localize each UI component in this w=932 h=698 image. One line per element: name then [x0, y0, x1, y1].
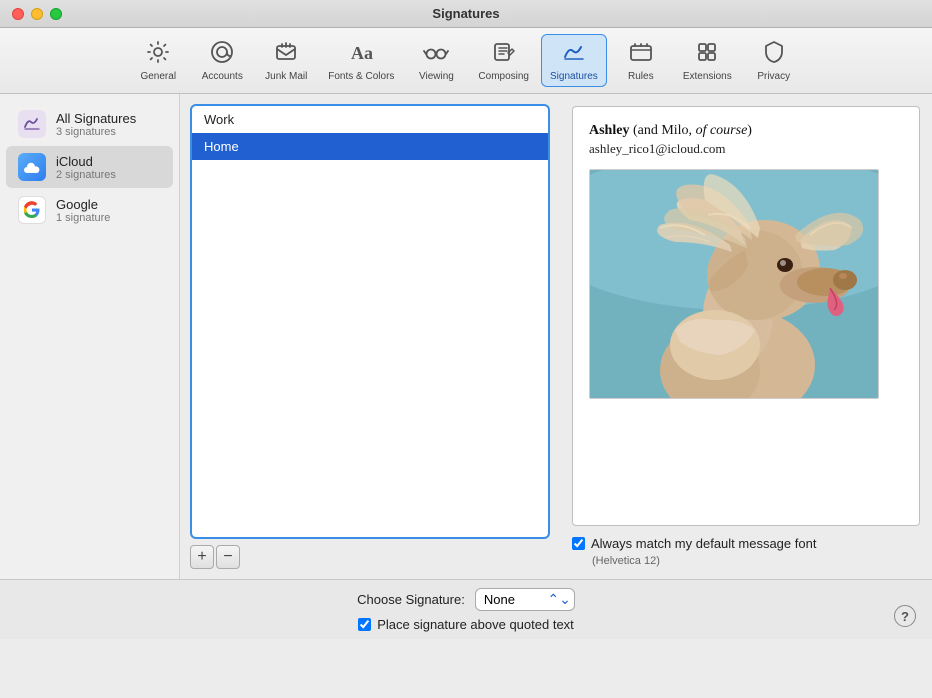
extensions-icon	[694, 39, 720, 69]
toolbar-label-privacy: Privacy	[757, 71, 790, 82]
signature-preview: Ashley (and Milo, of course) ashley_rico…	[572, 106, 920, 526]
toolbar-item-fonts-colors[interactable]: Aa Fonts & Colors	[320, 35, 402, 86]
signature-item-work[interactable]: Work	[192, 106, 548, 133]
toolbar-item-viewing[interactable]: Viewing	[406, 35, 466, 86]
traffic-lights	[12, 8, 62, 20]
icloud-text: iCloud 2 signatures	[56, 154, 116, 181]
toolbar-label-general: General	[140, 71, 176, 82]
google-icon	[18, 196, 46, 224]
signature-email: ashley_rico1@icloud.com	[589, 141, 903, 157]
fonts-icon: Aa	[348, 39, 374, 69]
help-button[interactable]: ?	[894, 605, 916, 627]
choose-signature-select[interactable]: None Work Home Random	[475, 588, 575, 611]
toolbar-item-accounts[interactable]: Accounts	[192, 35, 252, 86]
toolbar-label-signatures: Signatures	[550, 71, 598, 82]
toolbar-label-fonts-colors: Fonts & Colors	[328, 71, 394, 82]
titlebar: Signatures	[0, 0, 932, 28]
font-match-label: Always match my default message font	[591, 536, 816, 551]
toolbar-label-extensions: Extensions	[683, 71, 732, 82]
helvetica-note: (Helvetica 12)	[572, 555, 920, 567]
junk-icon	[273, 39, 299, 69]
signature-name: Ashley (and Milo, of course)	[589, 123, 903, 139]
minimize-button[interactable]	[31, 8, 43, 20]
toolbar: General Accounts Junk Mail	[0, 28, 932, 94]
sidebar-item-icloud[interactable]: iCloud 2 signatures	[6, 146, 173, 188]
icloud-icon	[18, 153, 46, 181]
add-signature-button[interactable]: +	[190, 545, 214, 569]
content-area: All Signatures 3 signatures iCloud 2 sig…	[0, 94, 932, 579]
font-match-row: Always match my default message font	[572, 536, 920, 551]
signature-item-home[interactable]: Home	[192, 133, 548, 160]
privacy-icon	[761, 39, 787, 69]
middle-panel: Work Home + −	[180, 94, 560, 579]
sidebar-item-all-signatures[interactable]: All Signatures 3 signatures	[6, 103, 173, 145]
at-icon	[209, 39, 235, 69]
choose-signature-label: Choose Signature:	[357, 592, 465, 607]
remove-signature-button[interactable]: −	[216, 545, 240, 569]
toolbar-item-signatures[interactable]: Signatures	[541, 34, 607, 87]
toolbar-item-privacy[interactable]: Privacy	[744, 35, 804, 86]
signatures-list[interactable]: Work Home	[190, 104, 550, 539]
signature-name-end: )	[747, 123, 752, 138]
google-text: Google 1 signature	[56, 197, 110, 224]
toolbar-item-general[interactable]: General	[128, 35, 188, 86]
signature-name-italic: of course	[696, 123, 748, 138]
toolbar-label-viewing: Viewing	[419, 71, 454, 82]
toolbar-item-extensions[interactable]: Extensions	[675, 35, 740, 86]
font-match-checkbox[interactable]	[572, 537, 585, 550]
glasses-icon	[423, 39, 449, 69]
toolbar-item-junk-mail[interactable]: Junk Mail	[256, 35, 316, 86]
signature-name-bold: Ashley	[589, 123, 629, 138]
place-signature-row: Place signature above quoted text	[358, 617, 574, 632]
choose-signature-select-wrapper: None Work Home Random ⌃⌄	[475, 588, 575, 611]
gear-icon	[145, 39, 171, 69]
close-button[interactable]	[12, 8, 24, 20]
maximize-button[interactable]	[50, 8, 62, 20]
sidebar: All Signatures 3 signatures iCloud 2 sig…	[0, 94, 180, 579]
choose-signature-row: Choose Signature: None Work Home Random …	[357, 588, 575, 611]
bottom-bar-inner: Choose Signature: None Work Home Random …	[357, 588, 575, 632]
icloud-name: iCloud	[56, 154, 116, 169]
right-panel: Ashley (and Milo, of course) ashley_rico…	[560, 94, 932, 579]
place-above-checkbox[interactable]	[358, 618, 371, 631]
toolbar-label-composing: Composing	[478, 71, 529, 82]
dog-image	[589, 169, 879, 399]
all-signatures-icon	[18, 110, 46, 138]
sidebar-item-google[interactable]: Google 1 signature	[6, 189, 173, 231]
all-signatures-text: All Signatures 3 signatures	[56, 111, 136, 138]
font-settings: Always match my default message font (He…	[572, 536, 920, 567]
all-signatures-count: 3 signatures	[56, 126, 136, 138]
signature-name-rest: (and Milo,	[629, 123, 695, 138]
all-signatures-name: All Signatures	[56, 111, 136, 126]
toolbar-item-composing[interactable]: Composing	[470, 35, 537, 86]
window-title: Signatures	[432, 6, 499, 21]
bottom-bar: Choose Signature: None Work Home Random …	[0, 579, 932, 639]
compose-icon	[491, 39, 517, 69]
signature-icon	[561, 39, 587, 69]
rules-icon	[628, 39, 654, 69]
google-name: Google	[56, 197, 110, 212]
toolbar-item-rules[interactable]: Rules	[611, 35, 671, 86]
place-above-label: Place signature above quoted text	[377, 617, 574, 632]
google-count: 1 signature	[56, 212, 110, 224]
list-controls: + −	[190, 545, 550, 569]
toolbar-label-rules: Rules	[628, 71, 654, 82]
toolbar-label-junk-mail: Junk Mail	[265, 71, 307, 82]
svg-text:Aa: Aa	[351, 43, 373, 63]
toolbar-label-accounts: Accounts	[202, 71, 243, 82]
icloud-count: 2 signatures	[56, 169, 116, 181]
